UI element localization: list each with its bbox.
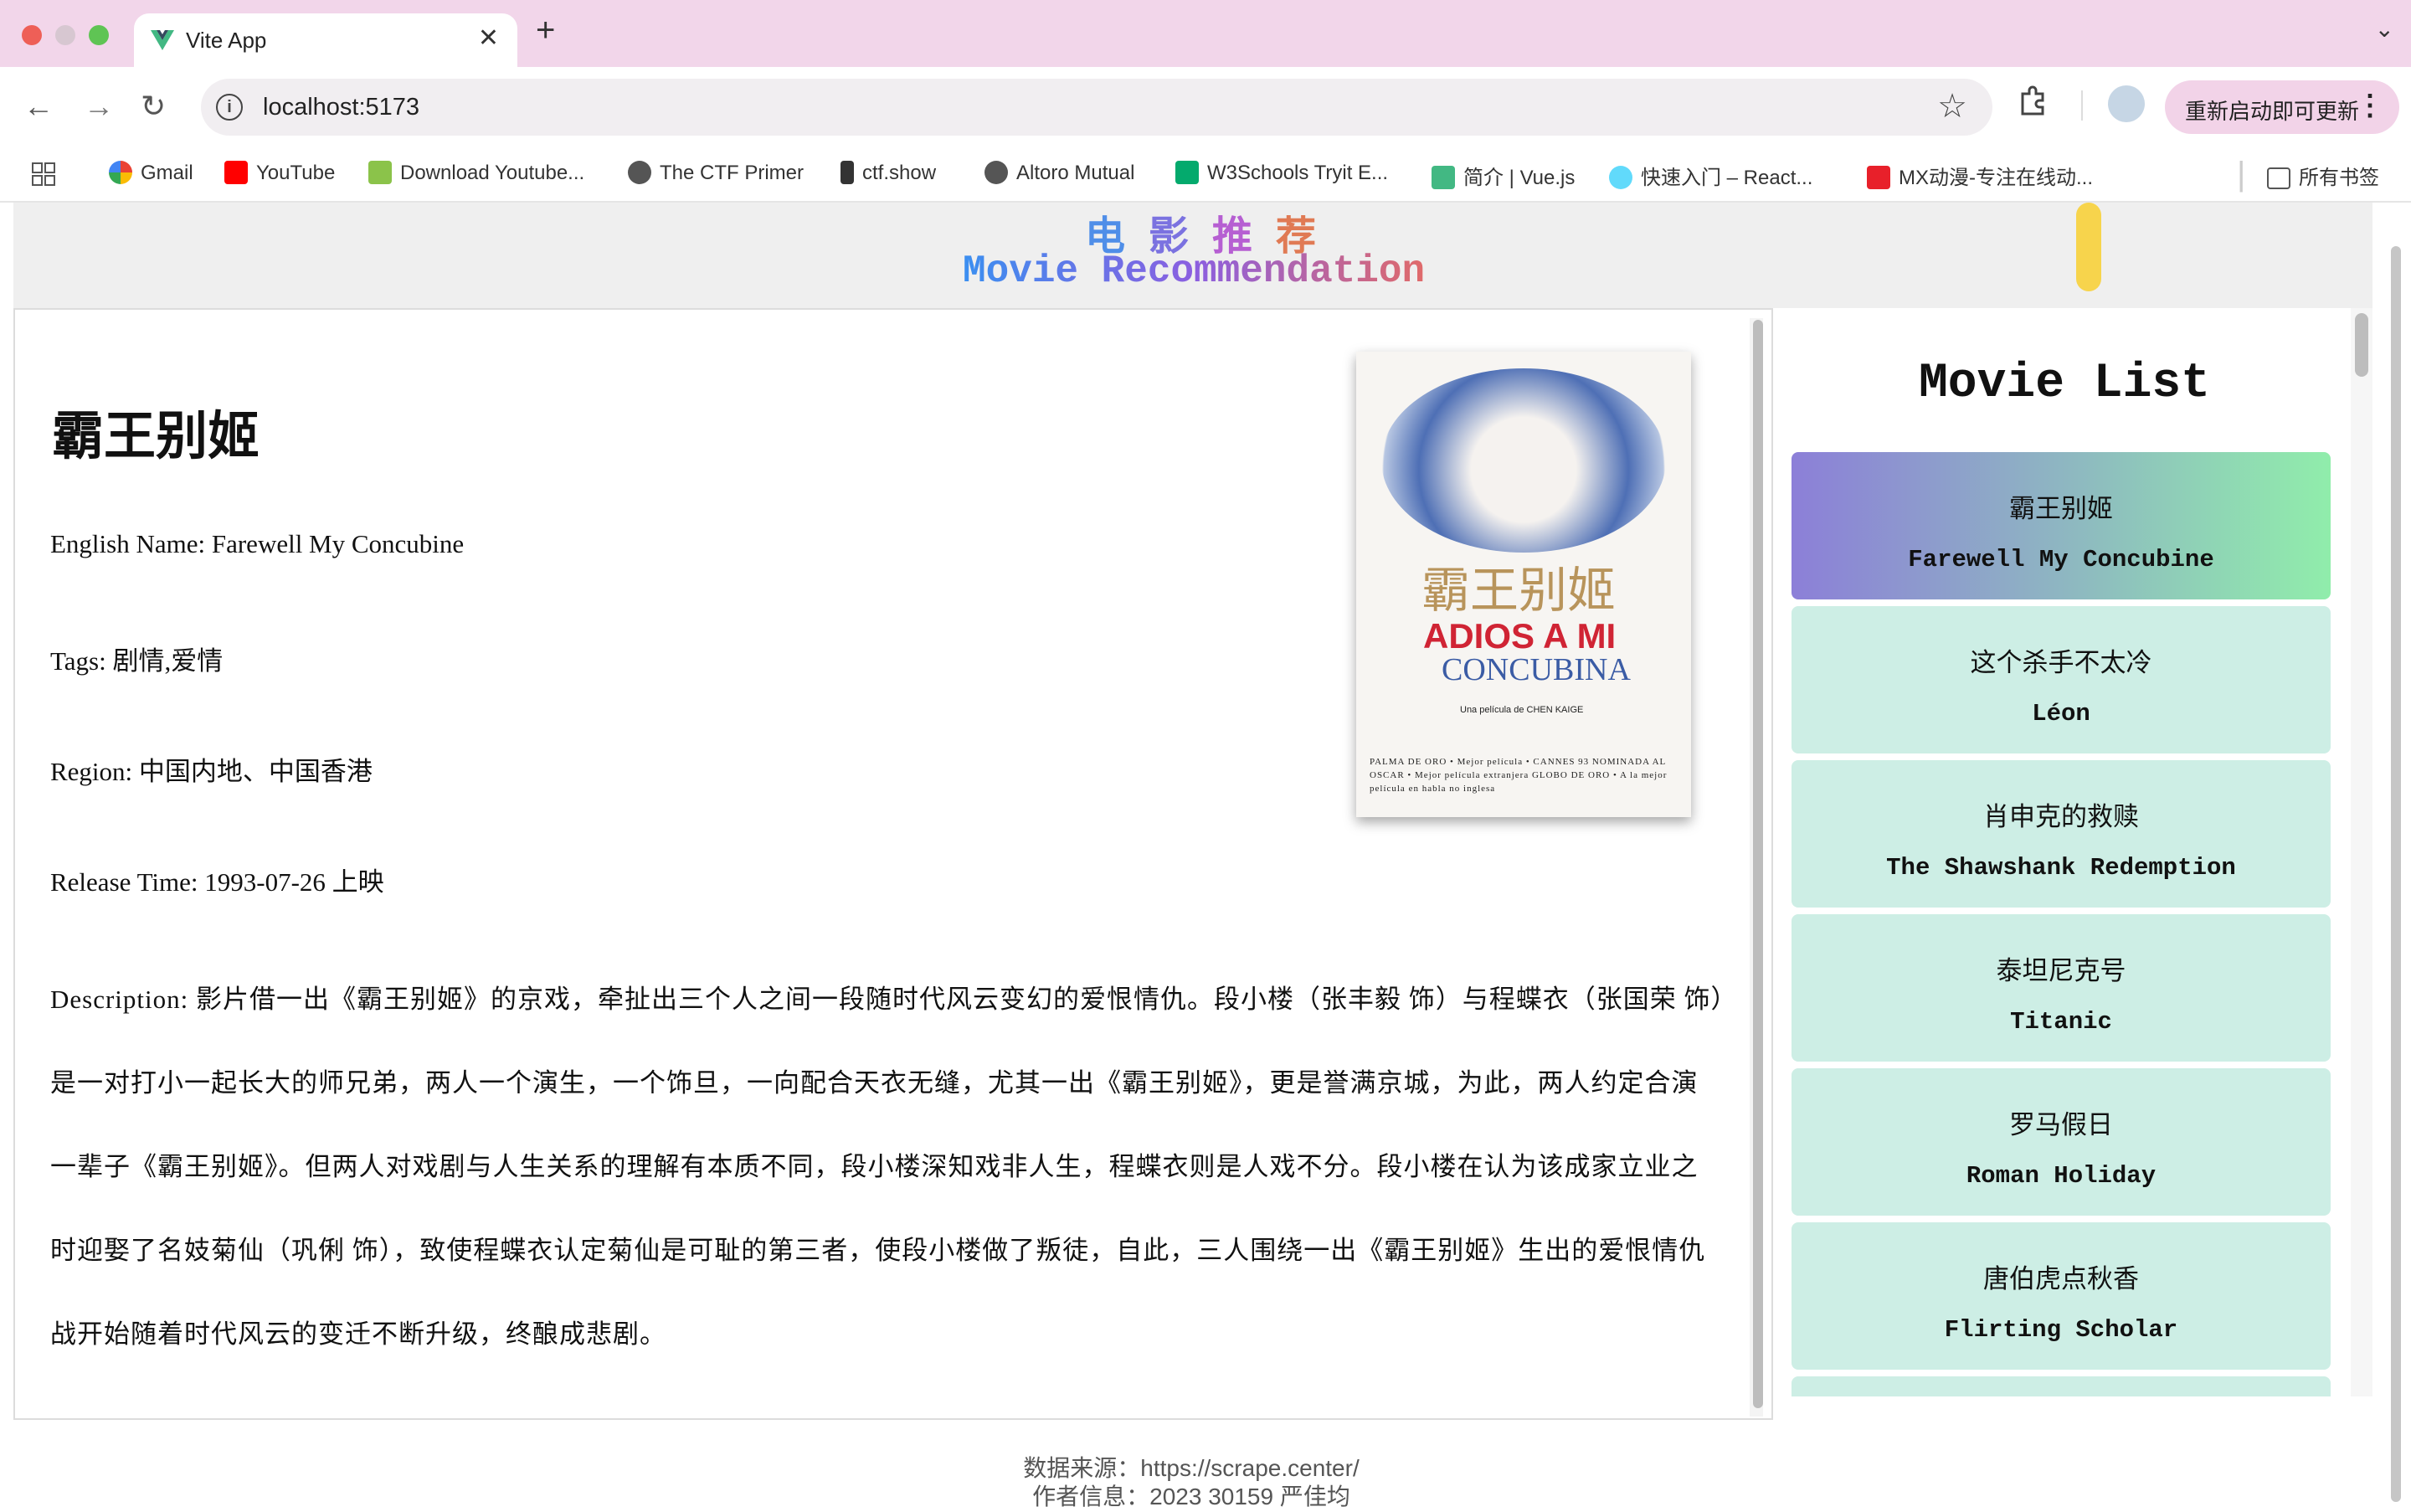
footer-author: 作者信息：2023 30159 严佳均 — [1032, 1484, 1350, 1509]
download-icon — [368, 161, 392, 184]
bookmark-youtube[interactable]: YouTube — [224, 161, 335, 185]
movie-description: Description: 影片借一出《霸王别姬》的京戏，牵扯出三个人之间一段随时… — [50, 985, 1725, 1349]
gmail-icon — [109, 161, 132, 184]
toolbar-divider — [2081, 90, 2083, 121]
english-name: English Name: Farewell My Concubine — [50, 529, 465, 558]
url-text[interactable]: localhost:5173 — [263, 94, 419, 121]
movie-region: Region: 中国内地、中国香港 — [50, 757, 373, 786]
bookmarks-divider: | — [2237, 156, 2246, 193]
window-close-button[interactable] — [22, 25, 42, 45]
poster-title-line1: ADIOS A MI — [1423, 616, 1617, 656]
w3schools-icon — [1175, 161, 1199, 184]
update-button-label: 重新启动即可更新 — [2185, 99, 2360, 124]
release-time: Release Time: 1993-07-26 上映 — [50, 867, 384, 897]
ctf-icon — [841, 161, 854, 184]
forward-arrow-icon[interactable]: → — [84, 89, 114, 124]
movie-detail-card: 霸王别姬 English Name: Farewell My Concubine… — [13, 308, 1773, 1420]
react-icon — [1609, 166, 1632, 189]
bookmark-ctf-show[interactable]: ctf.show — [841, 161, 936, 185]
browser-toolbar: ← → ↻ i localhost:5173 ☆ — [0, 67, 2411, 147]
movie-title: 霸王别姬 — [52, 405, 260, 466]
bookmark-react[interactable]: 快速入门 – React... — [1609, 161, 1812, 190]
bookmark-vuejs[interactable]: 简介 | Vue.js — [1432, 161, 1575, 190]
movie-list-item-partial[interactable] — [1792, 1376, 2331, 1396]
movie-list-scrollbar-thumb[interactable] — [2355, 313, 2368, 377]
profile-avatar[interactable] — [2108, 85, 2145, 122]
chevron-down-icon[interactable]: ⌄ — [2375, 15, 2394, 43]
window-minimize-button[interactable] — [55, 25, 75, 45]
window-maximize-button[interactable] — [89, 25, 109, 45]
vite-icon — [151, 30, 174, 50]
poster-awards: PALMA DE ORO • Mejor película • CANNES 9… — [1370, 757, 1668, 794]
page-content: 电影推荐 Movie Recommendation 霸王别姬 English N… — [0, 203, 2411, 1509]
vue-icon — [1432, 166, 1455, 189]
movie-poster: 霸王别姬 ADIOS A MI CONCUBINA Una película d… — [1356, 352, 1691, 817]
movie-list-item[interactable]: 唐伯虎点秋香 Flirting Scholar — [1792, 1222, 2331, 1370]
bookmark-w3schools[interactable]: W3Schools Tryit E... — [1175, 161, 1388, 185]
globe-icon — [628, 161, 651, 184]
site-info-icon[interactable]: i — [216, 94, 243, 121]
page-scrollbar-thumb[interactable] — [2391, 246, 2401, 1502]
bookmark-altoro-mutual[interactable]: Altoro Mutual — [984, 161, 1134, 185]
reload-icon[interactable]: ↻ — [141, 89, 166, 124]
poster-title-line2: CONCUBINA — [1442, 652, 1631, 687]
apps-grid-icon[interactable] — [32, 162, 55, 186]
globe-icon — [984, 161, 1008, 184]
bookmarks-bar: Gmail YouTube Download Youtube... The CT… — [0, 147, 2411, 203]
bookmark-ctf-primer[interactable]: The CTF Primer — [628, 161, 804, 185]
movie-list-item[interactable]: 泰坦尼克号 Titanic — [1792, 914, 2331, 1062]
tab-close-icon[interactable]: ✕ — [478, 23, 499, 53]
coin-decoration-icon — [2076, 203, 2101, 291]
movie-list-item[interactable]: 肖申克的救赎 The Shawshank Redemption — [1792, 760, 2331, 908]
movie-tags: Tags: 剧情,爱情 — [50, 646, 224, 676]
all-bookmarks[interactable]: 所有书签 — [2267, 161, 2379, 190]
more-menu-icon[interactable]: ⋮ — [2356, 89, 2384, 122]
mx-icon — [1867, 166, 1890, 189]
bookmark-download-youtube[interactable]: Download Youtube... — [368, 161, 584, 185]
page-title-en: Movie Recommendation — [963, 249, 1426, 293]
tab-title: Vite App — [186, 28, 267, 53]
browser-tab[interactable]: Vite App ✕ — [134, 13, 517, 67]
bookmark-gmail[interactable]: Gmail — [109, 161, 193, 185]
folder-icon — [2267, 167, 2290, 189]
movie-list-item[interactable]: 罗马假日 Roman Holiday — [1792, 1068, 2331, 1216]
bookmark-star-icon[interactable]: ☆ — [1937, 87, 1967, 126]
poster-artwork — [1381, 368, 1666, 553]
page-header: 电影推荐 Movie Recommendation — [13, 203, 2372, 308]
youtube-icon — [224, 161, 248, 184]
back-arrow-icon[interactable]: ← — [23, 89, 54, 124]
movie-list-panel: Movie List 霸王别姬 Farewell My Concubine 这个… — [1778, 308, 2351, 1396]
new-tab-icon[interactable]: + — [536, 12, 555, 49]
movie-list-item[interactable]: 这个杀手不太冷 Léon — [1792, 606, 2331, 753]
poster-credit: Una película de CHEN KAIGE — [1460, 705, 1584, 715]
detail-scrollbar-thumb[interactable] — [1753, 320, 1763, 1408]
address-bar[interactable]: i localhost:5173 ☆ — [201, 79, 1992, 136]
relaunch-update-button[interactable]: 重新启动即可更新 ⋮ — [2165, 80, 2399, 134]
extensions-icon[interactable] — [2016, 84, 2049, 117]
movie-list-scrollbar[interactable] — [2351, 308, 2372, 1396]
bookmark-mx-anime[interactable]: MX动漫-专注在线动... — [1867, 161, 2093, 190]
movie-list-title: Movie List — [1918, 357, 2211, 411]
browser-tab-bar: Vite App ✕ + ⌄ — [0, 0, 2411, 67]
movie-list-item[interactable]: 霸王别姬 Farewell My Concubine — [1792, 452, 2331, 599]
poster-cn-title: 霸王别姬 — [1421, 562, 1617, 619]
